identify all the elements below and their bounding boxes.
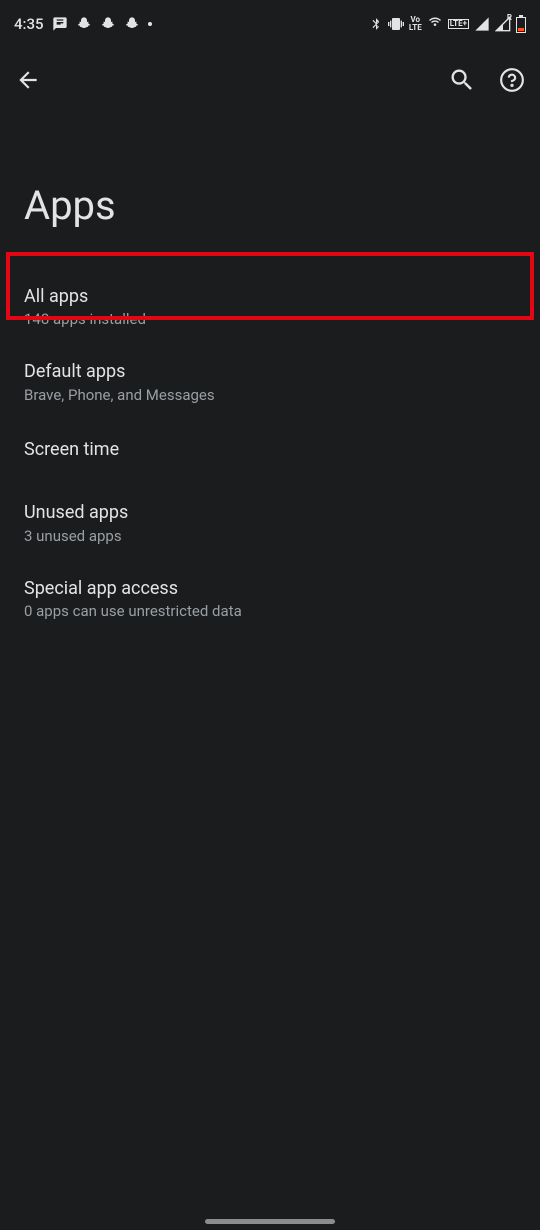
help-button[interactable] bbox=[498, 66, 526, 94]
app-bar bbox=[0, 48, 540, 112]
signal-roaming-icon: R bbox=[495, 16, 511, 32]
snapchat-icon bbox=[100, 16, 116, 32]
search-icon bbox=[448, 66, 476, 94]
list-item-title: Special app access bbox=[24, 577, 516, 600]
list-item-screen-time[interactable]: Screen time bbox=[0, 420, 540, 485]
more-notifications-dot-icon bbox=[148, 22, 152, 26]
snapchat-icon bbox=[124, 16, 140, 32]
notification-icons bbox=[52, 16, 152, 32]
back-button[interactable] bbox=[14, 66, 42, 94]
arrow-back-icon bbox=[15, 67, 41, 93]
page-title: Apps bbox=[0, 112, 540, 269]
navigation-handle[interactable] bbox=[205, 1219, 335, 1224]
status-bar-right: VoLTE LTE+ R bbox=[369, 15, 526, 33]
vibrate-icon bbox=[388, 16, 404, 32]
status-bar-left: 4:35 bbox=[14, 15, 152, 33]
list-item-title: Screen time bbox=[24, 438, 516, 461]
list-item-title: Default apps bbox=[24, 360, 516, 383]
list-item-title: Unused apps bbox=[24, 501, 516, 524]
battery-low-icon bbox=[516, 15, 526, 33]
list-item-default-apps[interactable]: Default apps Brave, Phone, and Messages bbox=[0, 344, 540, 419]
volte-icon: VoLTE bbox=[409, 16, 422, 32]
snapchat-icon bbox=[76, 16, 92, 32]
list-item-subtitle: 3 unused apps bbox=[24, 527, 516, 545]
settings-list: All apps 148 apps installed Default apps… bbox=[0, 269, 540, 636]
list-item-all-apps[interactable]: All apps 148 apps installed bbox=[0, 269, 540, 344]
list-item-special-app-access[interactable]: Special app access 0 apps can use unrest… bbox=[0, 561, 540, 636]
signal-icon bbox=[474, 16, 490, 32]
list-item-title: All apps bbox=[24, 285, 516, 308]
status-time: 4:35 bbox=[14, 15, 44, 33]
search-button[interactable] bbox=[448, 66, 476, 94]
list-item-subtitle: 0 apps can use unrestricted data bbox=[24, 602, 516, 620]
list-item-subtitle: Brave, Phone, and Messages bbox=[24, 386, 516, 404]
hotspot-icon bbox=[427, 16, 443, 32]
lte-plus-icon: LTE+ bbox=[448, 19, 469, 29]
message-icon bbox=[52, 16, 68, 32]
help-icon bbox=[499, 67, 525, 93]
list-item-unused-apps[interactable]: Unused apps 3 unused apps bbox=[0, 485, 540, 560]
bluetooth-icon bbox=[369, 17, 383, 31]
status-bar: 4:35 VoLTE LTE+ bbox=[0, 0, 540, 48]
list-item-subtitle: 148 apps installed bbox=[24, 310, 516, 328]
